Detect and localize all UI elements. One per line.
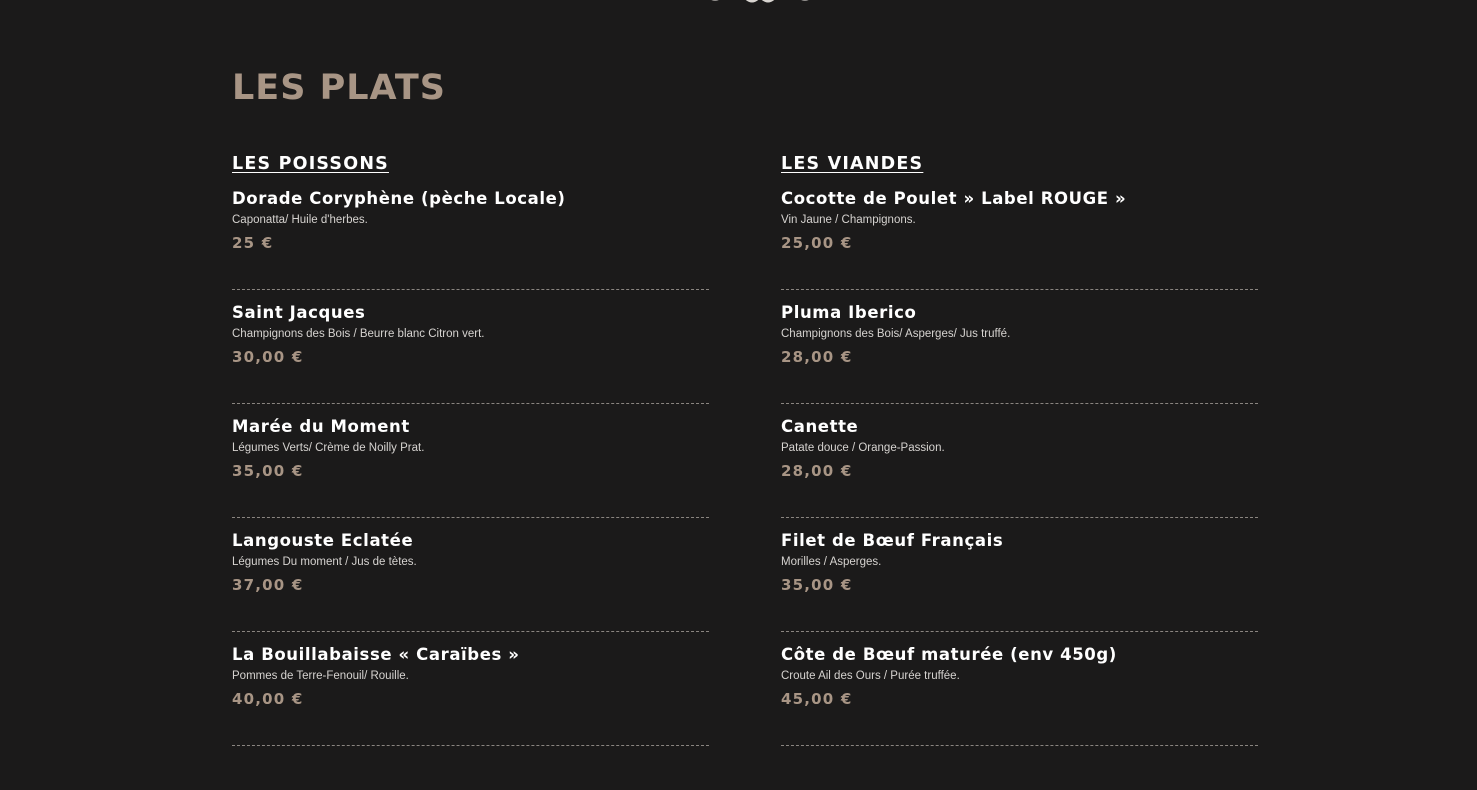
dish-name: Saint Jacques [232, 303, 366, 322]
dish-price: 28,00 € [781, 462, 853, 480]
menu-item: Dorade Coryphène (pèche Locale) Caponatt… [232, 189, 709, 290]
dish-price: 37,00 € [232, 576, 304, 594]
dish-name: Langouste Eclatée [232, 531, 414, 550]
menu-item: Côte de Bœuf maturée (env 450g) Croute A… [781, 645, 1258, 746]
dish-description: Légumes Verts/ Crème de Noilly Prat. [232, 442, 425, 454]
dish-description: Vin Jaune / Champignons. [781, 214, 916, 226]
dish-name: Dorade Coryphène (pèche Locale) [232, 189, 566, 208]
dish-name: La Bouillabaisse « Caraïbes » [232, 645, 520, 664]
menu-item: Pluma Iberico Champignons des Bois/ Aspe… [781, 303, 1258, 404]
dish-name: Pluma Iberico [781, 303, 917, 322]
dish-price: 35,00 € [781, 576, 853, 594]
dish-name: Cocotte de Poulet » Label ROUGE » [781, 189, 1127, 208]
menu-page: LES PLATS LES POISSONS Dorade Coryphène … [0, 0, 1477, 790]
page-title: LES PLATS [232, 68, 447, 108]
dish-description: Patate douce / Orange-Passion. [781, 442, 945, 454]
menu-item: Marée du Moment Légumes Verts/ Crème de … [232, 417, 709, 518]
menu-item: Filet de Bœuf Français Morilles / Asperg… [781, 531, 1258, 632]
dish-price: 40,00 € [232, 690, 304, 708]
dish-description: Caponatta/ Huile d'herbes. [232, 214, 368, 226]
menu-item: La Bouillabaisse « Caraïbes » Pommes de … [232, 645, 709, 746]
dish-description: Pommes de Terre-Fenouil/ Rouille. [232, 670, 409, 682]
dish-description: Champignons des Bois/ Asperges/ Jus truf… [781, 328, 1011, 340]
dish-price: 35,00 € [232, 462, 304, 480]
dish-price: 28,00 € [781, 348, 853, 366]
decorative-flourish-icon [711, 0, 809, 3]
dish-name: Filet de Bœuf Français [781, 531, 1004, 550]
dish-price: 25,00 € [781, 234, 853, 252]
menu-item: Saint Jacques Champignons des Bois / Beu… [232, 303, 709, 404]
menu-item: Cocotte de Poulet » Label ROUGE » Vin Ja… [781, 189, 1258, 290]
dish-name: Côte de Bœuf maturée (env 450g) [781, 645, 1117, 664]
dish-price: 45,00 € [781, 690, 853, 708]
dish-name: Marée du Moment [232, 417, 410, 436]
dish-description: Champignons des Bois / Beurre blanc Citr… [232, 328, 485, 340]
menu-item: Langouste Eclatée Légumes Du moment / Ju… [232, 531, 709, 632]
meat-heading: LES VIANDES [781, 154, 924, 174]
fish-heading: LES POISSONS [232, 154, 389, 174]
meat-column: LES VIANDES Cocotte de Poulet » Label RO… [781, 152, 1258, 759]
dish-price: 25 € [232, 234, 274, 252]
fish-column: LES POISSONS Dorade Coryphène (pèche Loc… [232, 152, 709, 759]
dish-name: Canette [781, 417, 859, 436]
dish-description: Croute Ail des Ours / Purée truffée. [781, 670, 960, 682]
dish-description: Légumes Du moment / Jus de tètes. [232, 556, 417, 568]
menu-item: Canette Patate douce / Orange-Passion. 2… [781, 417, 1258, 518]
dish-price: 30,00 € [232, 348, 304, 366]
dish-description: Morilles / Asperges. [781, 556, 882, 568]
